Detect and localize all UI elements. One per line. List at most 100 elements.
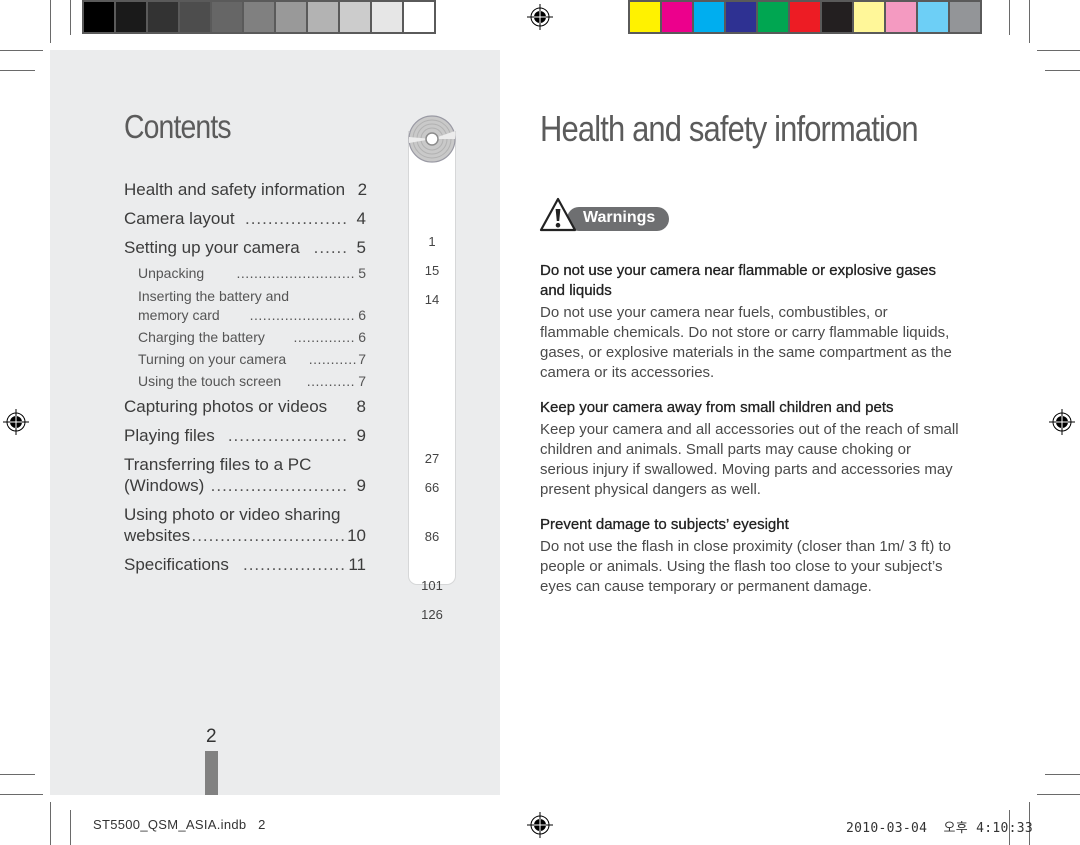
health-safety-title: Health and safety information [540, 108, 919, 149]
toc-leader: .............. [293, 329, 355, 345]
toc-sub-entry[interactable]: Charging the battery .............. 6 [138, 327, 366, 347]
toc-entry-page: 9 [356, 476, 366, 495]
toc-leader: ........... [306, 373, 355, 389]
toc-entry-label: Specifications [124, 555, 229, 574]
color-swatch [950, 2, 980, 32]
crop-mark [70, 0, 71, 35]
crop-mark [1009, 0, 1010, 35]
toc-entry-label: Health and safety information [124, 180, 346, 199]
toc-entry-label: (Windows) [124, 476, 205, 495]
toc-leader: ........................... [191, 526, 346, 545]
registration-mark-icon [1049, 409, 1075, 435]
toc-sub-entry-label: Turning on your camera [138, 351, 287, 367]
toc-sub-entry-page: 7 [358, 373, 366, 389]
toc-entry-page: 2 [357, 180, 368, 199]
color-swatch [758, 2, 788, 32]
color-swatch [854, 2, 884, 32]
toc-entry-page: 9 [356, 426, 366, 445]
tab-page-number[interactable]: 126 [409, 607, 455, 622]
registration-mark-icon [527, 812, 553, 838]
color-swatch [116, 2, 146, 32]
safety-section-body: Do not use your camera near fuels, combu… [540, 304, 952, 381]
toc-sub-entry-label: memory card [138, 307, 220, 323]
tab-page-number[interactable]: 27 [409, 451, 455, 466]
footer-file-name: ST5500_QSM_ASIA.indb 2 [93, 817, 266, 832]
contents-page: Contents 1 15 14 27 66 86 101 126 Health… [50, 50, 500, 795]
color-swatch [790, 2, 820, 32]
toc-entry[interactable]: Specifications .................. 11 [124, 555, 366, 575]
toc-entry-page: 10 [347, 526, 366, 545]
color-swatch [340, 2, 370, 32]
safety-section-heading: Do not use your camera near flammable or… [540, 262, 937, 299]
toc-entry-label: Playing files [124, 426, 215, 445]
crop-mark [1037, 794, 1080, 795]
toc-sub-entry-label: Charging the battery [138, 329, 265, 345]
toc-leader: ........... [308, 351, 357, 367]
toc-entry-label: Setting up your camera [124, 238, 300, 257]
color-swatch [148, 2, 178, 32]
crop-mark [0, 794, 43, 795]
toc-leader: ...... [313, 238, 348, 257]
toc-entry[interactable]: websites ........................... 10 [124, 526, 366, 546]
toc-sub-entry-page: 7 [358, 351, 366, 367]
toc-sub-entry[interactable]: Turning on your camera ........... 7 [138, 349, 366, 369]
warnings-label: Warnings [583, 209, 656, 226]
crop-mark [0, 774, 35, 775]
contents-title: Contents [124, 108, 232, 145]
color-swatch [822, 2, 852, 32]
color-swatch [180, 2, 210, 32]
tab-page-number[interactable]: 14 [409, 292, 455, 307]
registration-mark-icon [3, 409, 29, 435]
color-swatch [212, 2, 242, 32]
crop-mark [0, 50, 43, 51]
tab-page-number[interactable]: 1 [409, 234, 455, 249]
color-swatch [918, 2, 948, 32]
safety-section: Prevent damage to subjects’ eyesight Do … [540, 515, 960, 597]
safety-section: Keep your camera away from small childre… [540, 398, 960, 500]
toc-sub-entry[interactable]: Using the touch screen ........... 7 [138, 371, 366, 391]
toc-entry-label: Capturing photos or videos [124, 397, 328, 416]
footer-timestamp: 2010-03-04 오후 4:10:33 [846, 821, 1034, 836]
toc-entry[interactable]: Capturing photos or videos 8 [124, 397, 366, 417]
color-swatch [276, 2, 306, 32]
toc-leader: ..................... [227, 426, 348, 445]
toc-entry[interactable]: Camera layout .................. 4 [124, 209, 366, 229]
toc-entry[interactable]: Setting up your camera ...... 5 [124, 238, 366, 258]
toc-entry-page: 5 [356, 238, 366, 257]
grayscale-color-bar [82, 0, 436, 34]
color-swatch [244, 2, 274, 32]
safety-section-body: Keep your camera and all accessories out… [540, 421, 959, 498]
tab-page-number[interactable]: 66 [409, 480, 455, 495]
toc-entry-label: Transferring files to a PC [124, 455, 312, 474]
tab-page-number[interactable]: 86 [409, 529, 455, 544]
tab-page-number[interactable]: 101 [409, 578, 455, 593]
toc-leader: .................. [244, 209, 348, 228]
color-swatch [886, 2, 916, 32]
toc-entry-label: Camera layout [124, 209, 235, 228]
toc-leader: ........................ [249, 307, 355, 323]
crop-mark [1045, 70, 1080, 71]
toc-entry-line1[interactable]: Transferring files to a PC [124, 455, 366, 475]
toc-leader: ........................ [210, 476, 348, 495]
toc-sub-entry[interactable]: memory card ........................ 6 [138, 305, 366, 325]
tab-page-number[interactable]: 15 [409, 263, 455, 278]
toc-entry-line1[interactable]: Using photo or video sharing [124, 505, 366, 525]
safety-section: Do not use your camera near flammable or… [540, 261, 960, 383]
toc-sub-entry-label: Unpacking [138, 265, 205, 281]
toc-entry-label: Using photo or video sharing [124, 505, 341, 524]
crop-mark [1029, 0, 1030, 43]
toc-sub-entry-line1[interactable]: Inserting the battery and [138, 286, 366, 306]
toc-sub-entry[interactable]: Unpacking ........................... 5 [138, 263, 366, 283]
toc-sub-entry-label: Inserting the battery and [138, 288, 289, 304]
color-swatch [372, 2, 402, 32]
crop-mark [70, 810, 71, 845]
crop-mark [0, 70, 35, 71]
toc-entry[interactable]: Health and safety information 2 [124, 180, 368, 200]
toc-entry[interactable]: Playing files ..................... 9 [124, 426, 366, 446]
toc-leader: .................. [242, 555, 346, 574]
page-number: 2 [206, 726, 217, 747]
toc-entry-label: websites [124, 526, 191, 545]
toc-sub-entry-label: Using the touch screen [138, 373, 282, 389]
toc-entry[interactable]: (Windows) ........................ 9 [124, 476, 366, 496]
toc-sub-entry-page: 5 [358, 265, 366, 281]
